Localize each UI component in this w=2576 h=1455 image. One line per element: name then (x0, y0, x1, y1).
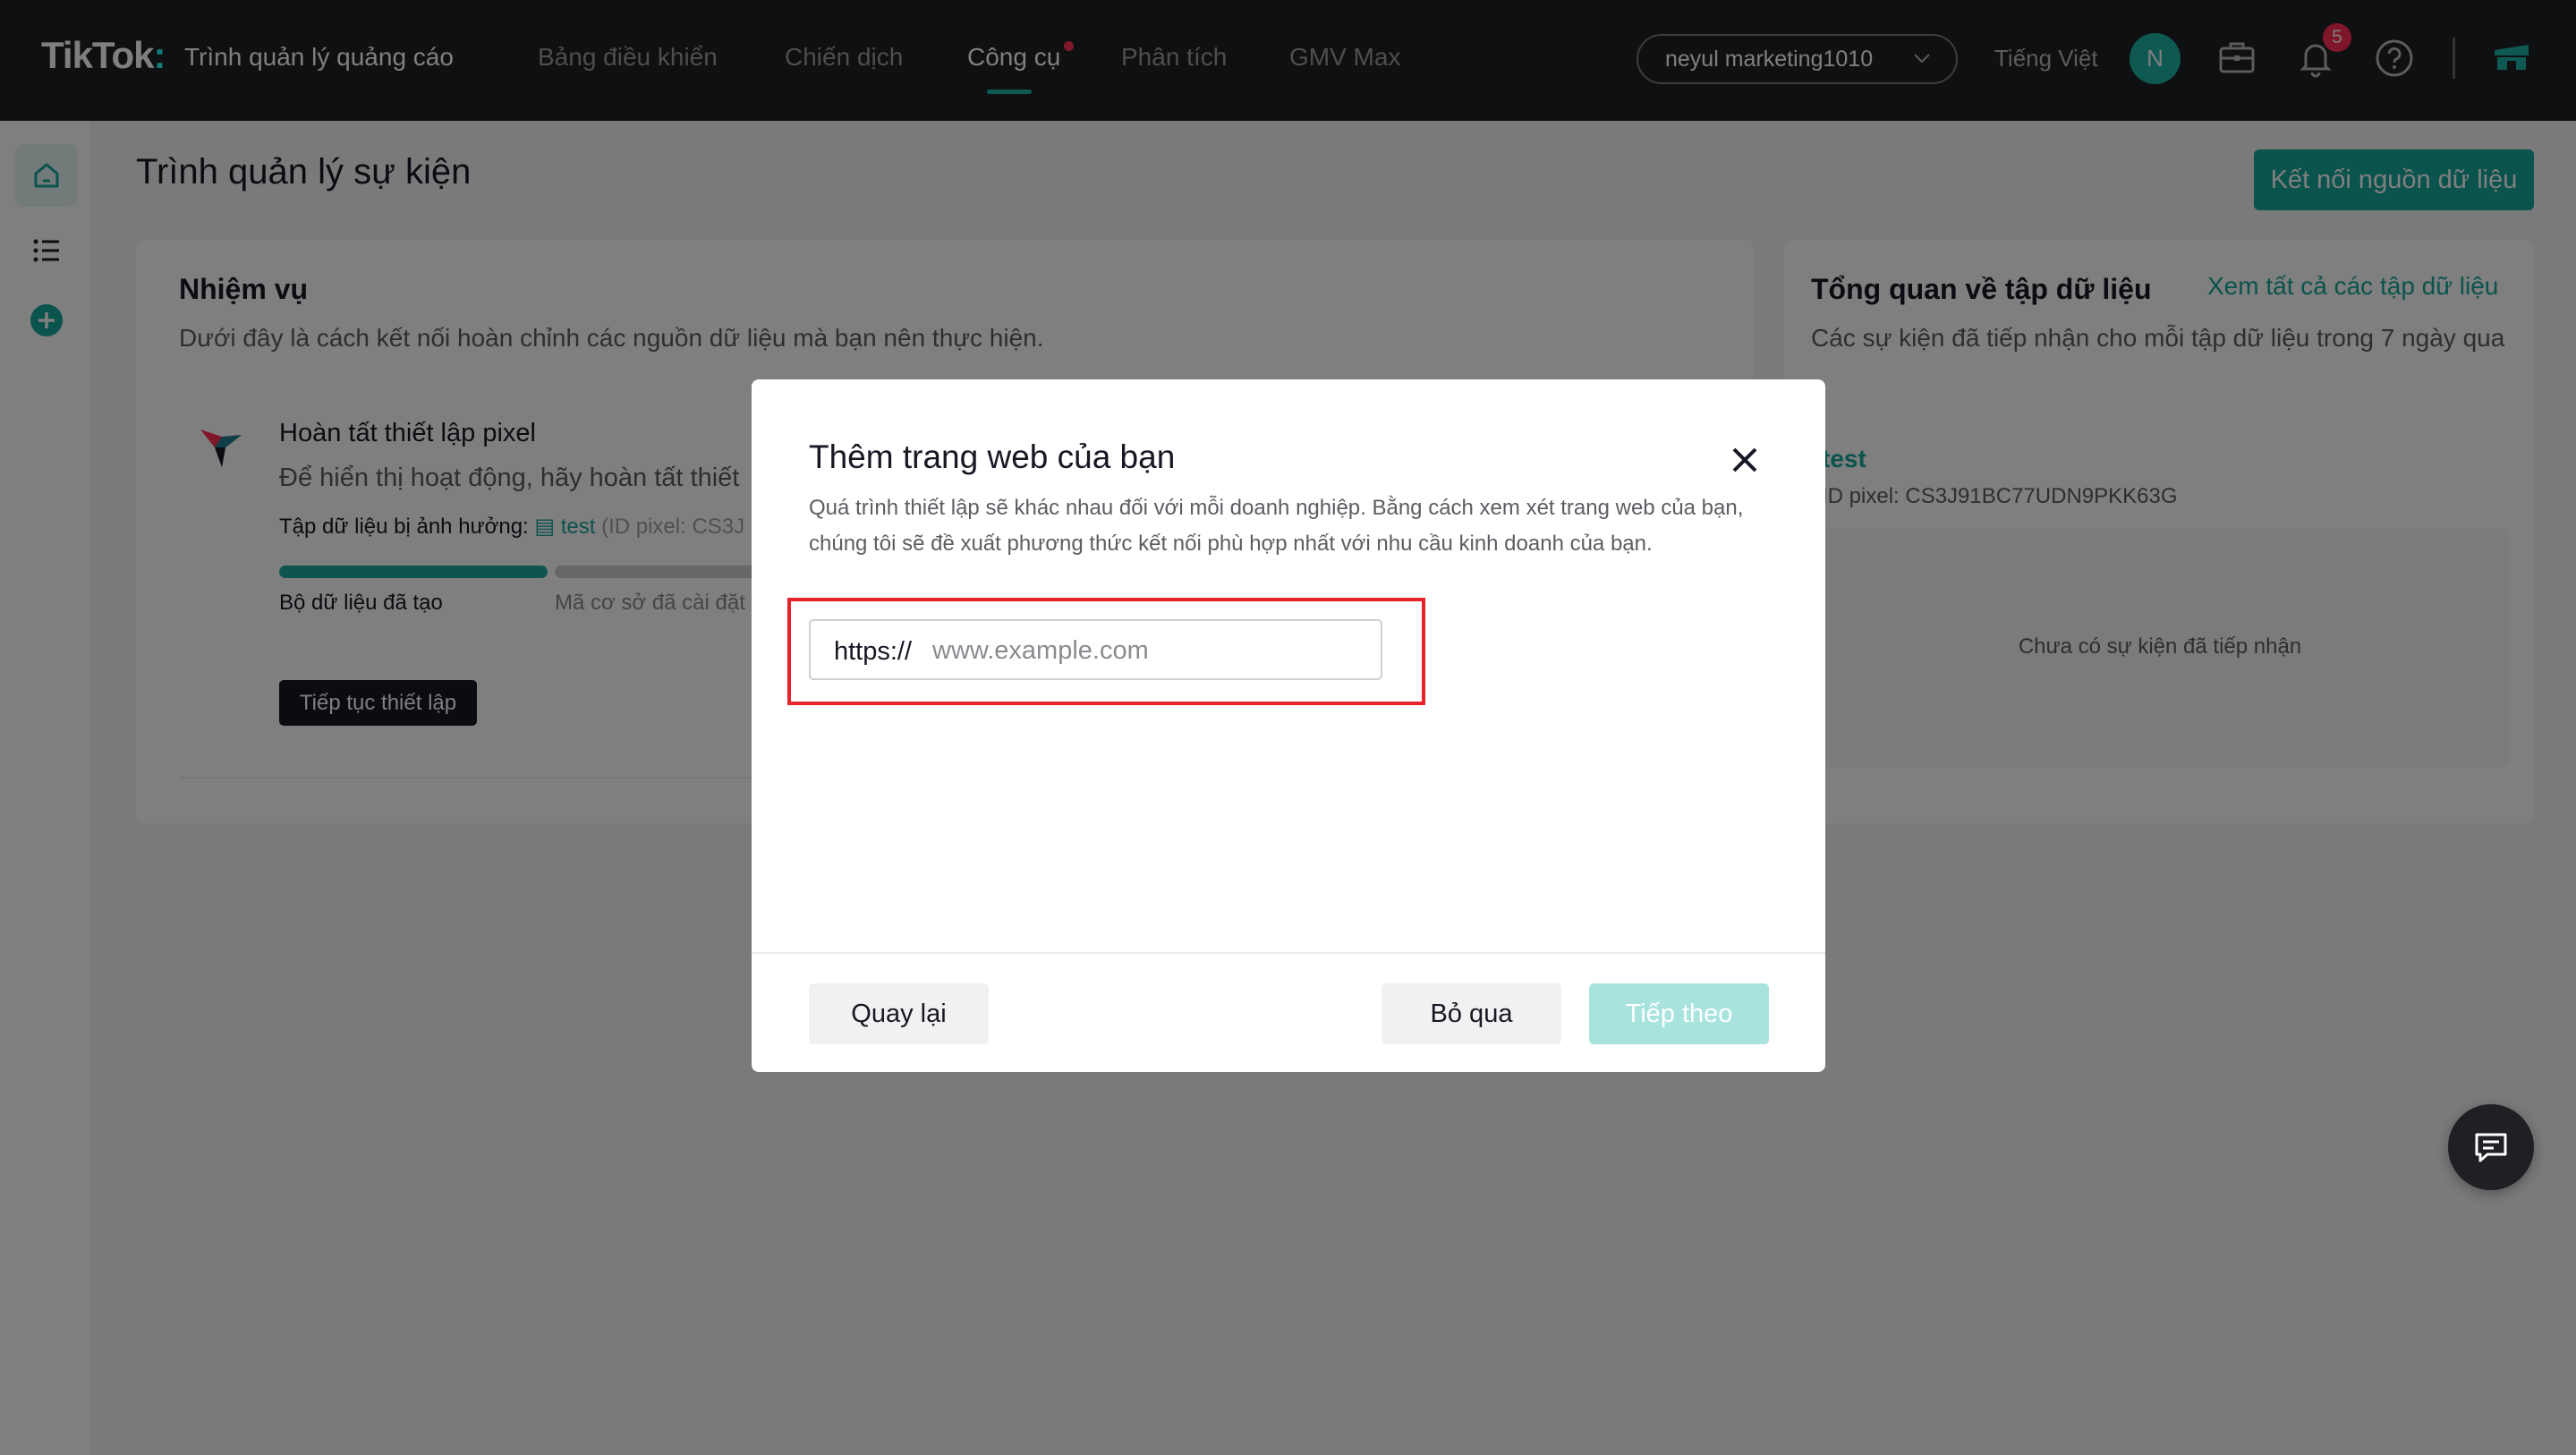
modal-description: Quá trình thiết lập sẽ khác nhau đối với… (809, 496, 1744, 556)
modal-title: Thêm trang web của bạn (809, 438, 1176, 475)
url-prefix: https:// (834, 637, 913, 666)
chat-support-button[interactable] (2448, 1104, 2534, 1190)
website-url-field[interactable]: https:// (809, 619, 1382, 680)
add-website-modal: Thêm trang web của bạn Quá trình thiết l… (752, 379, 1825, 1072)
next-button[interactable]: Tiếp theo (1589, 983, 1769, 1044)
website-url-input[interactable] (932, 630, 1362, 671)
skip-button[interactable]: Bỏ qua (1382, 983, 1561, 1044)
close-icon[interactable] (1727, 442, 1763, 478)
modal-footer-divider (752, 952, 1825, 954)
back-button[interactable]: Quay lại (809, 983, 989, 1044)
